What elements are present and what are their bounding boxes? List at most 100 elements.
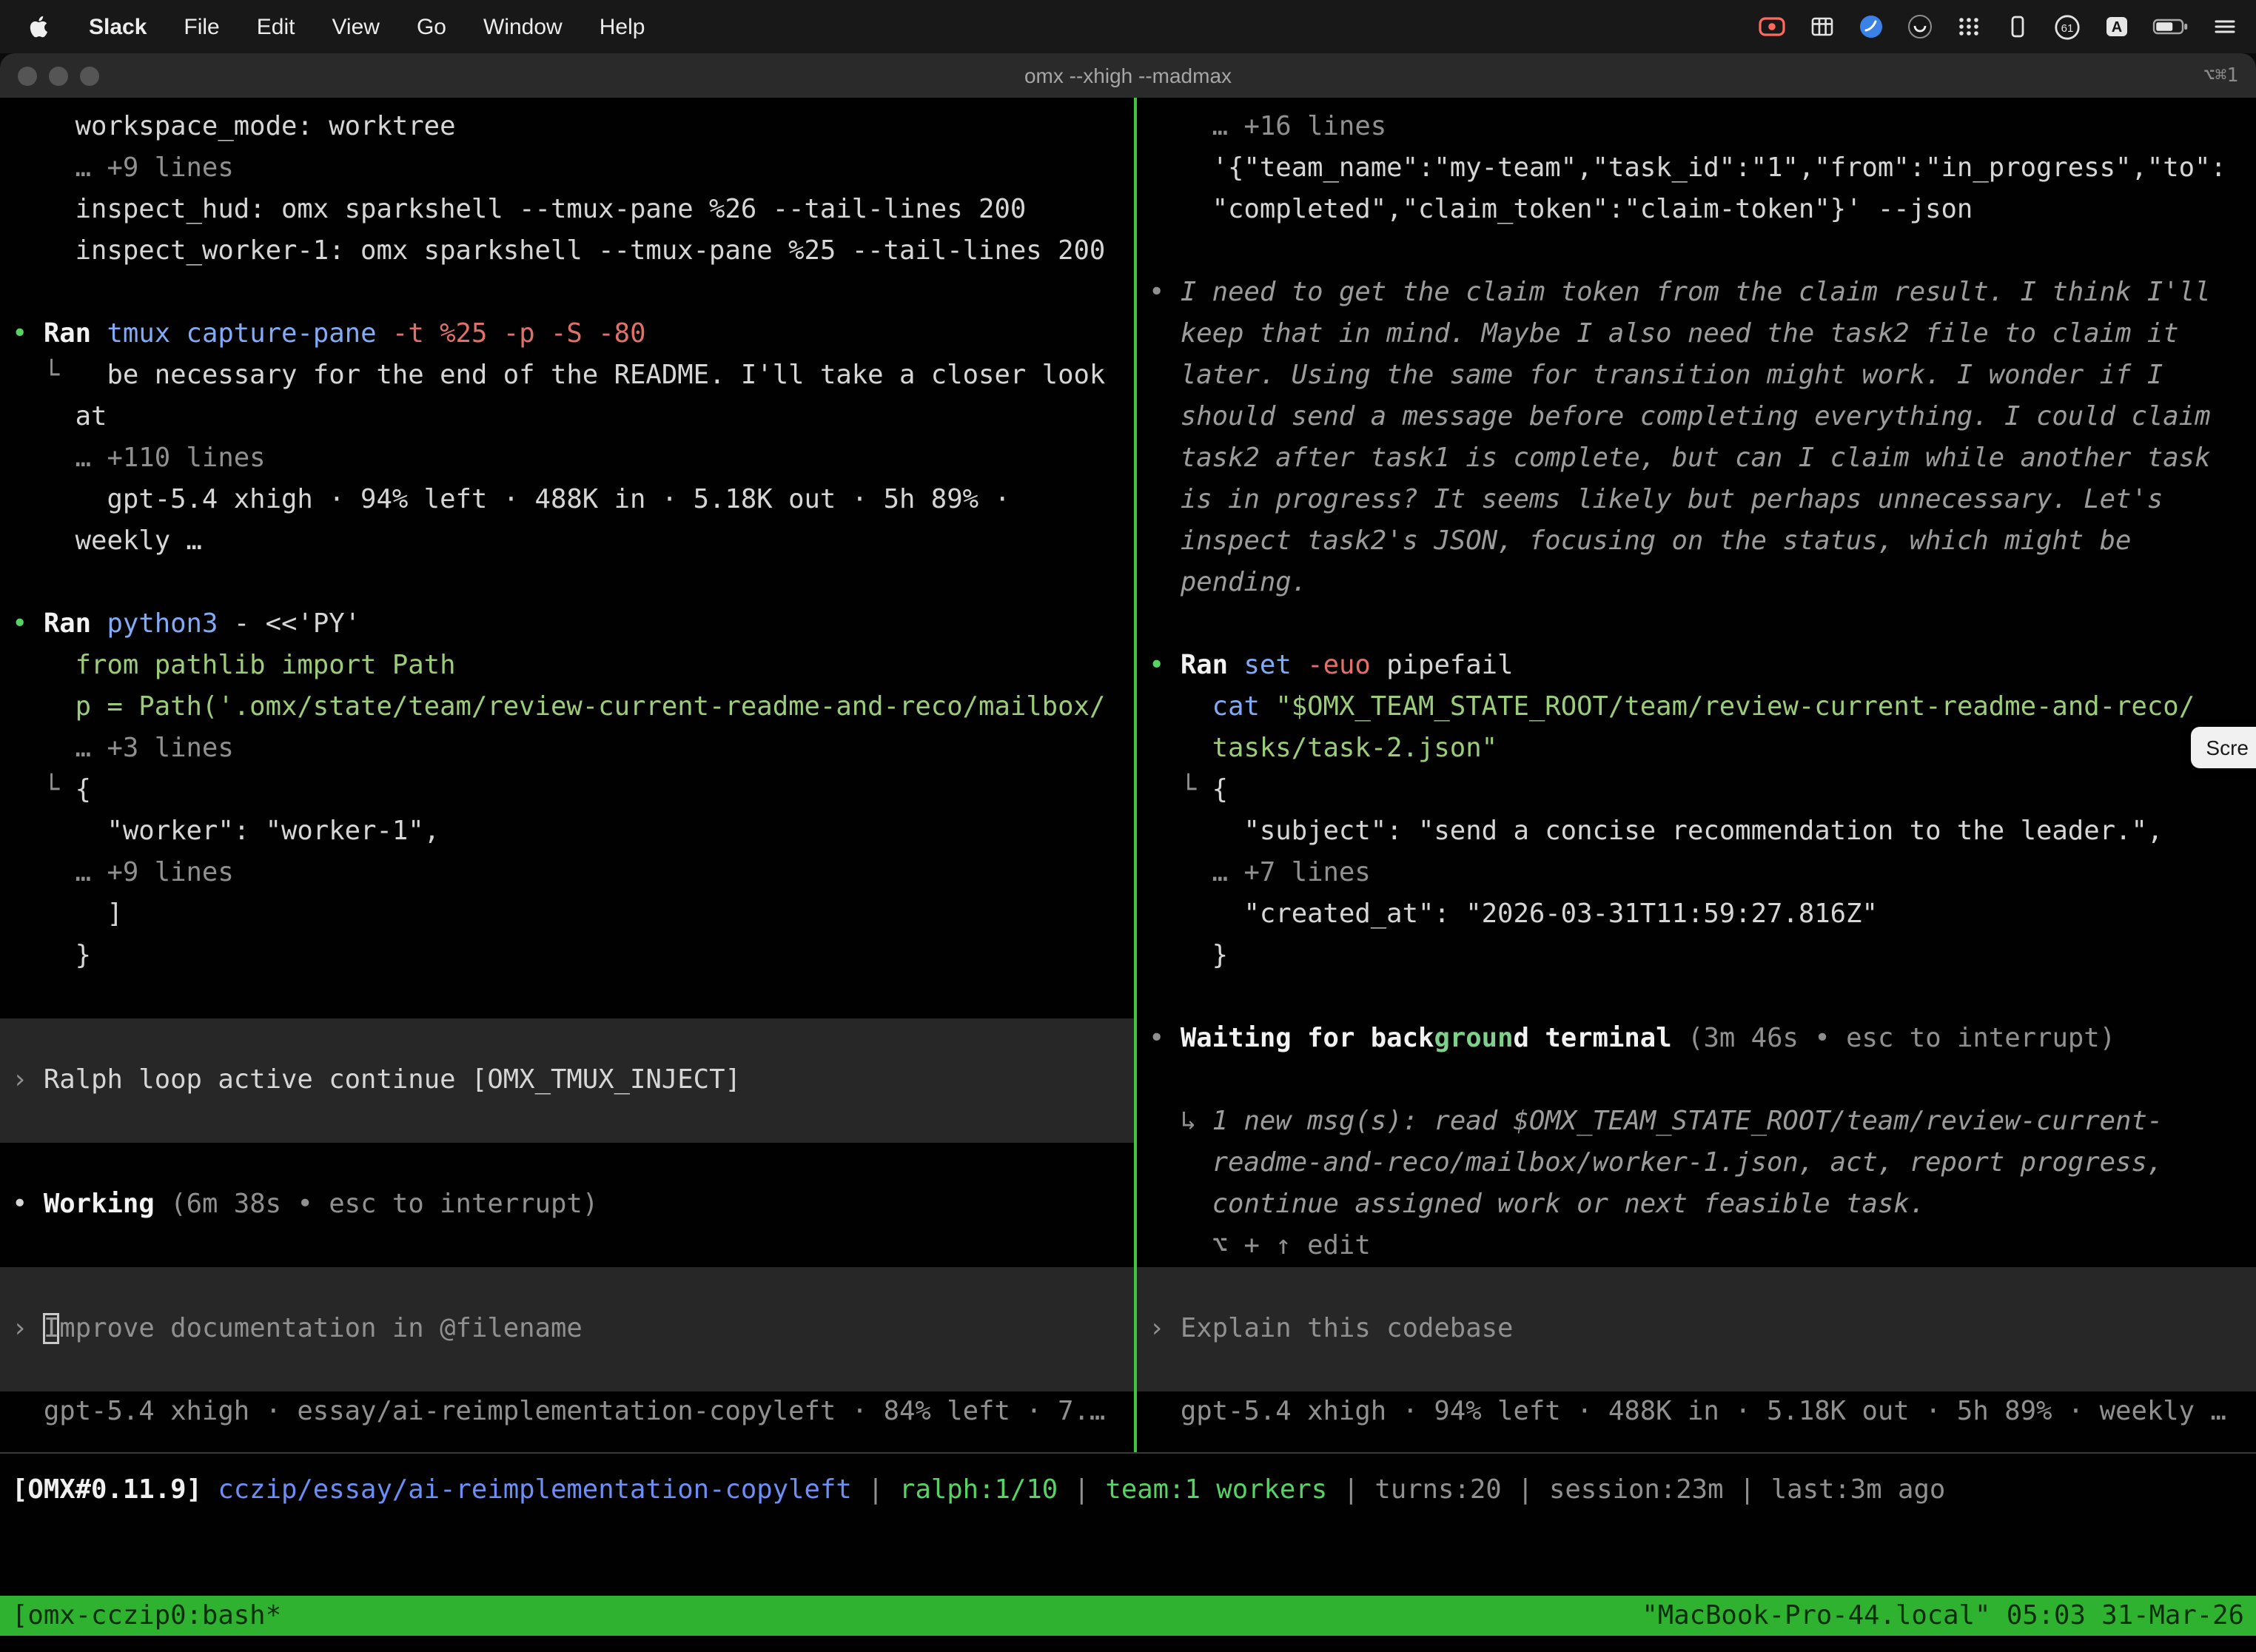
block-cursor: I	[44, 1313, 59, 1344]
text-segment: … +7 lines	[1149, 857, 1371, 888]
terminal-line	[0, 1350, 1134, 1391]
omx-status-bar: [OMX#0.11.9] cczip/essay/ai-reimplementa…	[0, 1470, 2256, 1511]
text-segment: from pathlib import Path	[12, 650, 456, 681]
text-segment: •	[1149, 277, 1181, 308]
text-segment: ↳	[1149, 1106, 1212, 1137]
text-segment: └	[12, 774, 75, 805]
terminal-line: "worker": "worker-1",	[0, 811, 1134, 853]
zoom-button[interactable]	[80, 66, 99, 85]
text-segment: groun	[1434, 1023, 1513, 1054]
terminal-line: pending.	[1137, 563, 2256, 604]
text-segment: set	[1244, 650, 1308, 681]
terminal-line: • Working (6m 38s • esc to interrupt)	[0, 1184, 1134, 1226]
text-segment: ›	[12, 1064, 44, 1095]
terminal-line: • Ran set -euo pipefail	[1137, 645, 2256, 687]
tmux-pane-right[interactable]: … +16 lines '{"team_name":"my-team","tas…	[1137, 98, 2256, 1452]
text-segment: keep that in mind. Maybe I also need the…	[1149, 318, 2179, 349]
terminal-line: ]	[0, 894, 1134, 936]
text-segment: •	[12, 608, 44, 639]
text-segment: {	[1212, 774, 1228, 805]
text-segment: "worker": "worker-1",	[12, 816, 440, 847]
terminal-line: gpt-5.4 xhigh · essay/ai-reimplementatio…	[0, 1391, 1134, 1433]
prompt-input-line[interactable]: › Improve documentation in @filename	[0, 1309, 1134, 1350]
menu-bar-left: Slack File Edit View Go Window Help	[0, 13, 645, 40]
terminal-line	[1137, 1267, 2256, 1309]
terminal-line: ↳ 1 new msg(s): read $OMX_TEAM_STATE_ROO…	[1137, 1101, 2256, 1143]
text-segment: … +3 lines	[12, 733, 234, 764]
text-segment: pending.	[1149, 567, 1307, 598]
terminal-line: └ {	[0, 770, 1134, 811]
terminal-app-icon[interactable]	[1907, 13, 1933, 40]
prompt-input-line[interactable]: › Explain this codebase	[1137, 1309, 2256, 1350]
menu-item-go[interactable]: Go	[417, 14, 446, 39]
terminal-line	[1137, 1060, 2256, 1101]
menu-item-file[interactable]: File	[184, 14, 219, 39]
text-segment: Working	[44, 1189, 170, 1220]
menu-item-help[interactable]: Help	[600, 14, 645, 39]
screen-recording-icon[interactable]	[1757, 13, 1787, 40]
terminal-line	[0, 1143, 1134, 1184]
text-segment: •	[1149, 1023, 1181, 1054]
text-segment: |	[1724, 1474, 1771, 1505]
text-segment: Ran	[44, 608, 107, 639]
active-app-name[interactable]: Slack	[89, 14, 147, 39]
menu-lines-icon[interactable]	[2212, 13, 2238, 40]
screen: Slack File Edit View Go Window Help	[0, 0, 2256, 1652]
tmux-status-left: [omx-cczip0:bash*	[12, 1600, 281, 1631]
text-segment: - <<'PY'	[234, 608, 360, 639]
text-segment: (6m 38s • esc to interrupt)	[170, 1189, 598, 1220]
screenshot-preview-label: Scre	[2206, 736, 2249, 759]
text-segment: |	[1327, 1474, 1374, 1505]
menu-item-view[interactable]: View	[332, 14, 380, 39]
battery-gauge-icon[interactable]: 61	[2053, 13, 2081, 41]
close-button[interactable]	[18, 66, 37, 85]
omx-status-line: [OMX#0.11.9] cczip/essay/ai-reimplementa…	[0, 1470, 2256, 1511]
text-segment: team:1 workers	[1105, 1474, 1327, 1505]
text-segment: turns:20	[1374, 1474, 1501, 1505]
text-segment: '{"team_name":"my-team","task_id":"1","f…	[1149, 152, 2226, 184]
terminal-line: • Ran python3 - <<'PY'	[0, 604, 1134, 645]
text-segment: … +9 lines	[12, 857, 234, 888]
text-segment: •	[12, 1189, 44, 1220]
terminal-line: … +7 lines	[1137, 853, 2256, 894]
tmux-pane-left[interactable]: workspace_mode: worktree … +9 lines insp…	[0, 98, 1134, 1452]
text-segment: inspect_hud: omx sparkshell --tmux-pane …	[12, 194, 1026, 225]
terminal-line: weekly …	[0, 521, 1134, 563]
spreadsheet-icon[interactable]	[1809, 13, 1836, 40]
terminal-line: }	[1137, 936, 2256, 977]
terminal-line: later. Using the same for transition mig…	[1137, 355, 2256, 397]
menu-bar: Slack File Edit View Go Window Help	[0, 0, 2256, 53]
device-icon[interactable]	[2004, 13, 2031, 40]
input-source-icon[interactable]: A	[2104, 13, 2130, 40]
text-segment: ]	[12, 899, 123, 930]
window-titlebar: omx --xhigh --madmax ⌥⌘1	[0, 53, 2256, 98]
terminal-line	[0, 272, 1134, 314]
text-segment: -euo	[1307, 650, 1386, 681]
screenshot-preview-overlay[interactable]: Scre	[2191, 727, 2256, 768]
text-segment: is in progress? It seems likely but perh…	[1149, 484, 2163, 515]
text-segment: Waiting for back	[1181, 1023, 1434, 1054]
battery-icon[interactable]	[2152, 13, 2189, 40]
text-segment: gpt-5.4 xhigh · 94% left · 488K in · 5.1…	[1149, 1396, 2226, 1427]
text-segment: task2 after task1 is complete, but can I…	[1149, 443, 2211, 474]
apple-menu-icon[interactable]	[28, 13, 52, 40]
terminal-line: … +110 lines	[0, 438, 1134, 480]
minimize-button[interactable]	[49, 66, 68, 85]
text-segment: (3m 46s • esc to interrupt)	[1688, 1023, 2115, 1054]
terminal-line: is in progress? It seems likely but perh…	[1137, 480, 2256, 521]
menu-item-window[interactable]: Window	[483, 14, 563, 39]
terminal-line: "completed","claim_token":"claim-token"}…	[1137, 189, 2256, 231]
text-segment: session:23m	[1549, 1474, 1724, 1505]
blue-app-icon[interactable]	[1858, 13, 1884, 40]
text-segment: "completed","claim_token":"claim-token"}…	[1149, 194, 1973, 225]
battery-percent-text: 61	[2061, 21, 2074, 34]
terminal-line: readme-and-reco/mailbox/worker-1.json, a…	[1137, 1143, 2256, 1184]
injected-prompt-line: › Ralph loop active continue [OMX_TMUX_I…	[0, 1060, 1134, 1101]
terminal-line: • I need to get the claim token from the…	[1137, 272, 2256, 314]
terminal-line: cat "$OMX_TEAM_STATE_ROOT/team/review-cu…	[1137, 687, 2256, 728]
terminal-line	[0, 977, 1134, 1018]
text-segment: later. Using the same for transition mig…	[1149, 360, 2163, 391]
menu-item-edit[interactable]: Edit	[257, 14, 295, 39]
text-segment: •	[12, 318, 44, 349]
app-grid-icon[interactable]	[1955, 13, 1982, 40]
